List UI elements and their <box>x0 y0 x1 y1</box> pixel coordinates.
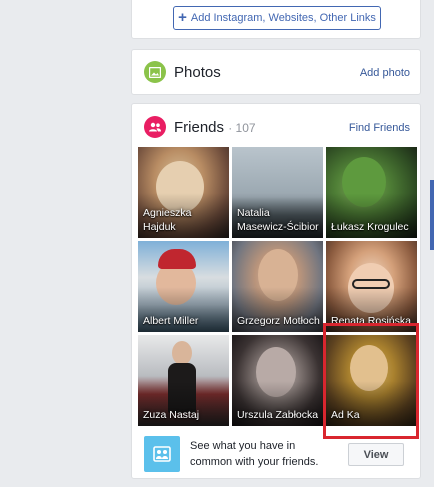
friend-name: Grzegorz Motłoch <box>237 315 320 327</box>
friend-tile[interactable]: Urszula Zabłocka <box>232 335 323 426</box>
add-links-button[interactable]: + Add Instagram, Websites, Other Links <box>173 6 381 30</box>
photos-card: Photos Add photo <box>131 49 421 95</box>
add-photo-link[interactable]: Add photo <box>360 67 410 79</box>
friend-tile[interactable]: Zuza Nastaj <box>138 335 229 426</box>
friend-name: Agnieszka Hajduk <box>143 207 192 233</box>
friend-name: Zuza Nastaj <box>143 409 200 421</box>
friend-name: Urszula Zabłocka <box>237 409 319 421</box>
friend-tile[interactable]: Grzegorz Motłoch <box>232 241 323 332</box>
contact-info-card: + Add Instagram, Websites, Other Links <box>131 0 421 39</box>
friends-title[interactable]: Friends · 107 <box>174 119 256 136</box>
friends-count: · 107 <box>228 121 256 135</box>
friend-name: Albert Miller <box>143 315 199 327</box>
friends-title-label: Friends <box>174 119 225 136</box>
friend-name: Natalia Masewicz-Ścibior <box>237 207 319 233</box>
friends-card: Friends · 107 Find Friends Agnieszka Haj… <box>131 103 421 479</box>
page-scrollbar[interactable] <box>430 180 434 250</box>
friend-tile[interactable]: Albert Miller <box>138 241 229 332</box>
friend-photo <box>172 341 192 365</box>
red-hat <box>158 249 196 269</box>
friend-tile[interactable]: Agnieszka Hajduk <box>138 147 229 238</box>
suggestion-text: See what you have in common with your fr… <box>190 440 319 468</box>
friend-name: Renata Rosińska <box>331 315 411 327</box>
friend-tile[interactable]: Natalia Masewicz-Ścibior <box>232 147 323 238</box>
friendship-icon <box>144 436 180 472</box>
find-friends-link[interactable]: Find Friends <box>349 122 410 134</box>
view-button[interactable]: View <box>348 443 404 466</box>
photos-icon <box>144 61 166 83</box>
friend-tile[interactable]: Łukasz Krogulec <box>326 147 417 238</box>
plus-icon: + <box>178 9 187 26</box>
photos-title: Photos <box>174 64 221 81</box>
friend-name: Ad Ka <box>331 409 360 421</box>
friend-name: Łukasz Krogulec <box>331 221 409 233</box>
friend-tile[interactable]: Renata Rosińska <box>326 241 417 332</box>
friends-icon <box>144 116 166 138</box>
friends-suggestion: See what you have in common with your fr… <box>144 434 414 474</box>
add-links-label: Add Instagram, Websites, Other Links <box>190 12 376 24</box>
friend-tile[interactable]: Ad Ka <box>326 335 417 426</box>
